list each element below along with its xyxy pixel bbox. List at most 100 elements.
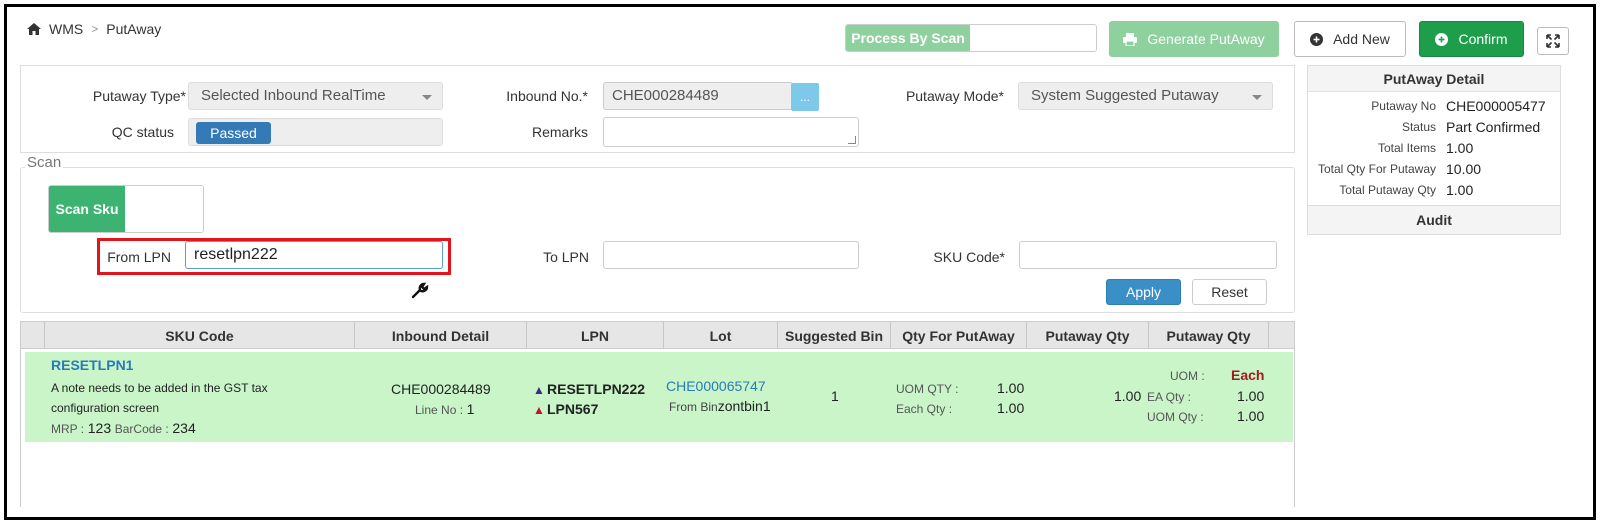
wrench-icon[interactable] [411, 281, 429, 299]
detail-row: Total Items 1.00 [1308, 137, 1560, 158]
line-no-label: Line No : [415, 403, 464, 417]
uom-value[interactable]: Each [1231, 367, 1264, 383]
lpn-item: ▲ LPN567 [533, 401, 598, 417]
remarks-textarea[interactable] [603, 117, 859, 147]
table-header: SKU Code Inbound Detail LPN Lot Suggeste… [21, 322, 1294, 349]
add-new-label: Add New [1333, 31, 1390, 47]
lpn-item: ▲ RESETLPN222 [533, 381, 645, 397]
process-by-scan-toggle[interactable]: Process By Scan [845, 24, 1097, 52]
line-no: Line No : 1 [415, 401, 474, 417]
line-no-value: 1 [466, 401, 475, 417]
inbound-no-field[interactable]: CHE000284489 [603, 82, 793, 110]
putaway-qty[interactable]: 1.00 [1114, 388, 1141, 404]
qc-status-label: QC status [111, 124, 174, 140]
detail-key: Status [1401, 119, 1436, 134]
reset-button[interactable]: Reset [1192, 279, 1267, 305]
breadcrumb: WMS > PutAway [27, 21, 161, 37]
top-bar: WMS > PutAway Process By Scan Generate P… [7, 7, 1593, 65]
barcode-value: 234 [172, 420, 196, 436]
header-inbound-detail[interactable]: Inbound Detail [355, 322, 527, 349]
audit-section[interactable]: Audit [1307, 205, 1561, 235]
header-lpn[interactable]: LPN [527, 322, 664, 349]
barcode-label: BarCode : [114, 422, 169, 436]
confirm-button[interactable]: Confirm [1419, 21, 1524, 57]
header-lot[interactable]: Lot [664, 322, 778, 349]
header-suggested-bin[interactable]: Suggested Bin [778, 322, 891, 349]
putaway-mode-label: Putaway Mode* [905, 88, 1004, 104]
inbound-lookup-button[interactable]: ... [791, 83, 819, 111]
detail-key: Putaway No [1371, 98, 1436, 113]
breadcrumb-separator: > [91, 22, 99, 36]
sku-code-input[interactable] [1019, 241, 1277, 269]
inbound-no: CHE000284489 [391, 381, 491, 397]
lot-link[interactable]: CHE000065747 [666, 378, 766, 394]
expand-button[interactable] [1537, 27, 1569, 55]
scan-legend: Scan [25, 154, 64, 171]
header-sku-code[interactable]: SKU Code [45, 322, 355, 349]
row-select-header [21, 322, 45, 349]
breadcrumb-root[interactable]: WMS [49, 21, 83, 37]
detail-value: 1.00 [1446, 181, 1474, 198]
to-lpn-input[interactable] [603, 241, 859, 269]
chevron-down-icon [422, 95, 432, 100]
app-frame: WMS > PutAway Process By Scan Generate P… [4, 4, 1596, 520]
scroll-header [1269, 322, 1294, 349]
putaway-type-select[interactable]: Selected Inbound RealTime [188, 82, 443, 110]
putaway-detail-panel: PutAway Detail Putaway No CHE000005477 St… [1307, 65, 1561, 207]
from-bin-value: zontbin1 [717, 398, 771, 414]
plus-circle-icon [1435, 32, 1449, 46]
sku-description-1: A note needs to be added in the GST tax [51, 381, 268, 395]
qc-status-field[interactable]: Passed [188, 118, 443, 146]
header-qty-for-putaway[interactable]: Qty For PutAway [891, 322, 1027, 349]
detail-row: Total Putaway Qty 1.00 [1308, 179, 1560, 200]
scan-sku-label: Scan Sku [49, 186, 125, 232]
detail-key: Total Items [1377, 140, 1436, 155]
scan-sku-toggle[interactable]: Scan Sku [48, 185, 204, 233]
expand-icon [1546, 34, 1560, 48]
putaway-type-value: Selected Inbound RealTime [201, 87, 386, 104]
uom-qty2-label: UOM Qty : [1147, 410, 1204, 424]
putaway-mode-select[interactable]: System Suggested Putaway [1018, 82, 1273, 110]
add-new-button[interactable]: Add New [1294, 21, 1406, 57]
home-icon[interactable] [27, 23, 41, 35]
lpn-2: LPN567 [547, 401, 599, 417]
suggested-bin: 1 [831, 388, 839, 404]
generate-putaway-label: Generate PutAway [1147, 31, 1265, 47]
detail-value: 1.00 [1446, 139, 1474, 156]
detail-row: Putaway No CHE000005477 [1308, 95, 1560, 116]
remarks-label: Remarks [531, 124, 588, 140]
table-row[interactable]: RESETLPN1 A note needs to be added in th… [25, 352, 1293, 442]
gift-icon: ▲ [533, 403, 545, 417]
putaway-form: Putaway Type* Selected Inbound RealTime … [20, 65, 1295, 153]
from-bin-label: From Bin [669, 400, 718, 414]
header-putaway-qty-2[interactable]: Putaway Qty [1149, 322, 1269, 349]
putaway-mode-value: System Suggested Putaway [1031, 87, 1219, 104]
putaway-table: SKU Code Inbound Detail LPN Lot Suggeste… [20, 321, 1295, 507]
detail-row: Total Qty For Putaway 10.00 [1308, 158, 1560, 179]
detail-value: CHE000005477 [1446, 97, 1546, 114]
putaway-detail-title: PutAway Detail [1308, 66, 1560, 92]
inbound-no-label: Inbound No.* [506, 88, 588, 104]
qc-status-badge: Passed [196, 122, 271, 144]
putaway-type-label: Putaway Type* [92, 88, 186, 104]
detail-value: Part Confirmed [1446, 118, 1541, 135]
uom-label: UOM : [1170, 369, 1205, 383]
detail-value: 10.00 [1446, 160, 1482, 177]
mrp-barcode: MRP : 123 BarCode : 234 [51, 420, 196, 436]
resize-handle-icon[interactable] [848, 136, 856, 144]
header-putaway-qty[interactable]: Putaway Qty [1027, 322, 1149, 349]
mrp-value: 123 [87, 420, 112, 436]
mrp-label: MRP : [51, 422, 85, 436]
generate-putaway-button[interactable]: Generate PutAway [1109, 21, 1279, 57]
breadcrumb-current: PutAway [106, 21, 162, 37]
process-by-scan-off [970, 25, 1096, 51]
ea-qty-value: 1.00 [1237, 388, 1265, 404]
lpn-1: RESETLPN222 [547, 381, 646, 397]
from-bin: From Binzontbin1 [669, 398, 771, 414]
sku-description-2: configuration screen [51, 401, 160, 415]
sku-code-link[interactable]: RESETLPN1 [51, 357, 133, 373]
apply-button[interactable]: Apply [1106, 279, 1181, 305]
detail-key: Total Putaway Qty [1339, 182, 1436, 197]
uom-qty-label: UOM QTY : [896, 382, 959, 396]
highlight-box [97, 238, 451, 275]
